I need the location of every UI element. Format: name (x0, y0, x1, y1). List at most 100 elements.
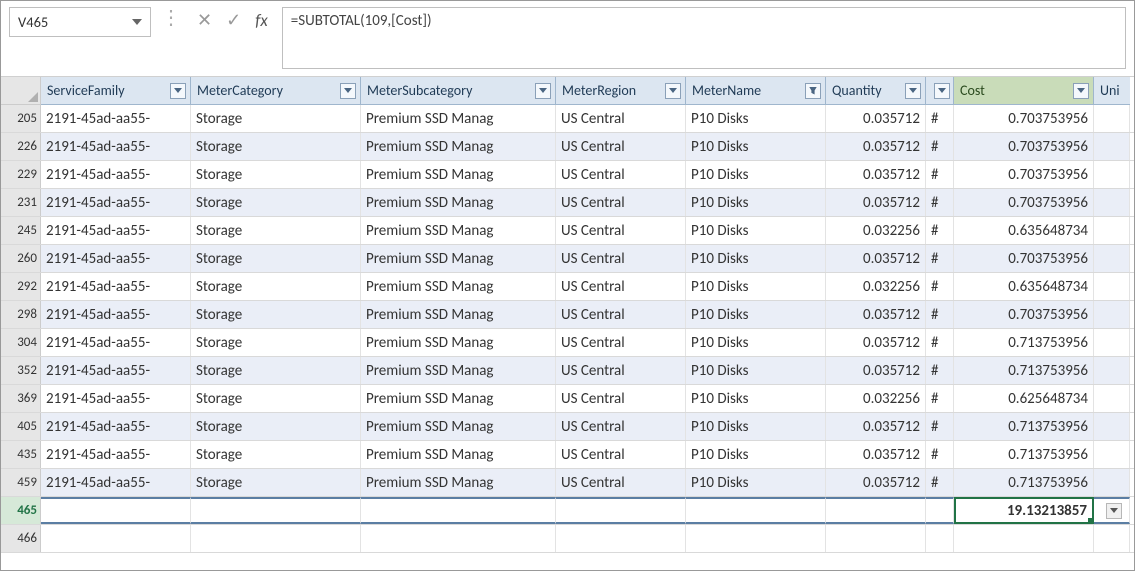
cell[interactable] (361, 525, 556, 552)
filter-icon[interactable] (934, 83, 950, 99)
filter-icon[interactable] (905, 83, 921, 99)
cell-metercategory[interactable]: Storage (191, 217, 361, 244)
cell-metercategory[interactable]: Storage (191, 441, 361, 468)
cell[interactable] (361, 497, 556, 524)
cell[interactable] (41, 525, 191, 552)
cell-cost[interactable]: 0.635648734 (954, 217, 1094, 244)
cell-unit[interactable] (1094, 217, 1130, 244)
cell[interactable] (191, 497, 361, 524)
cell-narrow[interactable]: # (926, 301, 954, 328)
cell-narrow[interactable]: # (926, 413, 954, 440)
cell-metername[interactable]: P10 Disks (686, 301, 826, 328)
cell-metername[interactable]: P10 Disks (686, 217, 826, 244)
cell-unit[interactable] (1094, 161, 1130, 188)
cell-meterregion[interactable]: US Central (556, 273, 686, 300)
cell-metersubcategory[interactable]: Premium SSD Manag (361, 441, 556, 468)
col-metercategory[interactable]: MeterCategory (191, 77, 361, 105)
cell-cost[interactable]: 0.703753956 (954, 301, 1094, 328)
cell-narrow[interactable]: # (926, 133, 954, 160)
cell[interactable] (926, 497, 954, 524)
cell-unit[interactable] (1094, 133, 1130, 160)
cell-narrow[interactable]: # (926, 441, 954, 468)
cell-servicefamily[interactable]: 2191-45ad-aa55- (41, 273, 191, 300)
cell-servicefamily[interactable]: 2191-45ad-aa55- (41, 357, 191, 384)
cell[interactable] (556, 497, 686, 524)
cell-quantity[interactable]: 0.035712 (826, 105, 926, 132)
cell-meterregion[interactable]: US Central (556, 441, 686, 468)
cell-servicefamily[interactable]: 2191-45ad-aa55- (41, 133, 191, 160)
cell-metersubcategory[interactable]: Premium SSD Manag (361, 301, 556, 328)
cell-meterregion[interactable]: US Central (556, 105, 686, 132)
cell-servicefamily[interactable]: 2191-45ad-aa55- (41, 301, 191, 328)
cell-unit[interactable] (1094, 329, 1130, 356)
cell[interactable] (954, 525, 1094, 552)
cell-servicefamily[interactable]: 2191-45ad-aa55- (41, 189, 191, 216)
cell-unit[interactable] (1094, 273, 1130, 300)
cell-cost[interactable]: 0.713753956 (954, 413, 1094, 440)
cell-quantity[interactable]: 0.035712 (826, 357, 926, 384)
cell-quantity[interactable]: 0.035712 (826, 441, 926, 468)
cell-metersubcategory[interactable]: Premium SSD Manag (361, 413, 556, 440)
total-dropdown[interactable] (1094, 497, 1130, 524)
cell-unit[interactable] (1094, 301, 1130, 328)
cell-metercategory[interactable]: Storage (191, 301, 361, 328)
cell-metername[interactable]: P10 Disks (686, 133, 826, 160)
cell-servicefamily[interactable]: 2191-45ad-aa55- (41, 245, 191, 272)
cell-cost[interactable]: 0.713753956 (954, 469, 1094, 496)
col-cost[interactable]: Cost (954, 77, 1094, 105)
filter-icon[interactable] (170, 83, 186, 99)
cell-meterregion[interactable]: US Central (556, 189, 686, 216)
cell-quantity[interactable]: 0.035712 (826, 245, 926, 272)
cell-meterregion[interactable]: US Central (556, 413, 686, 440)
row-number[interactable]: 435 (1, 441, 41, 468)
cell-cost[interactable]: 0.703753956 (954, 161, 1094, 188)
select-all-corner[interactable] (1, 77, 41, 105)
cell-quantity[interactable]: 0.035712 (826, 161, 926, 188)
cell-metername[interactable]: P10 Disks (686, 273, 826, 300)
row-number[interactable]: 231 (1, 189, 41, 216)
col-narrow[interactable] (926, 77, 954, 105)
cell-metercategory[interactable]: Storage (191, 357, 361, 384)
formula-input[interactable]: =SUBTOTAL(109,[Cost]) (282, 7, 1126, 69)
cell-quantity[interactable]: 0.032256 (826, 273, 926, 300)
cell-cost[interactable]: 0.713753956 (954, 329, 1094, 356)
cell-metercategory[interactable]: Storage (191, 189, 361, 216)
cell-metercategory[interactable]: Storage (191, 133, 361, 160)
cell-metername[interactable]: P10 Disks (686, 245, 826, 272)
cell-metersubcategory[interactable]: Premium SSD Manag (361, 133, 556, 160)
cell-unit[interactable] (1094, 413, 1130, 440)
cell-narrow[interactable]: # (926, 161, 954, 188)
cell-metercategory[interactable]: Storage (191, 161, 361, 188)
cell-metersubcategory[interactable]: Premium SSD Manag (361, 161, 556, 188)
cell-narrow[interactable]: # (926, 105, 954, 132)
cell-unit[interactable] (1094, 189, 1130, 216)
row-number[interactable]: 466 (1, 525, 41, 552)
filter-applied-icon[interactable] (805, 83, 821, 99)
cell-meterregion[interactable]: US Central (556, 329, 686, 356)
cell-metercategory[interactable]: Storage (191, 469, 361, 496)
cell-metername[interactable]: P10 Disks (686, 413, 826, 440)
enter-icon[interactable]: ✓ (226, 11, 241, 29)
cell-narrow[interactable]: # (926, 217, 954, 244)
cell-quantity[interactable]: 0.035712 (826, 133, 926, 160)
cell-metername[interactable]: P10 Disks (686, 357, 826, 384)
cell-cost[interactable]: 0.703753956 (954, 105, 1094, 132)
row-number[interactable]: 298 (1, 301, 41, 328)
cell-cost[interactable]: 0.713753956 (954, 357, 1094, 384)
cell-metersubcategory[interactable]: Premium SSD Manag (361, 245, 556, 272)
cell-narrow[interactable]: # (926, 273, 954, 300)
cell-servicefamily[interactable]: 2191-45ad-aa55- (41, 329, 191, 356)
cell-meterregion[interactable]: US Central (556, 161, 686, 188)
cell[interactable] (826, 525, 926, 552)
row-number[interactable]: 405 (1, 413, 41, 440)
cell-metercategory[interactable]: Storage (191, 413, 361, 440)
col-meterregion[interactable]: MeterRegion (556, 77, 686, 105)
cell-servicefamily[interactable]: 2191-45ad-aa55- (41, 105, 191, 132)
cell-quantity[interactable]: 0.035712 (826, 301, 926, 328)
cell-unit[interactable] (1094, 105, 1130, 132)
cell-cost[interactable]: 0.703753956 (954, 189, 1094, 216)
cell-servicefamily[interactable]: 2191-45ad-aa55- (41, 385, 191, 412)
cell[interactable] (41, 497, 191, 524)
cell-unit[interactable] (1094, 245, 1130, 272)
cell-quantity[interactable]: 0.032256 (826, 385, 926, 412)
